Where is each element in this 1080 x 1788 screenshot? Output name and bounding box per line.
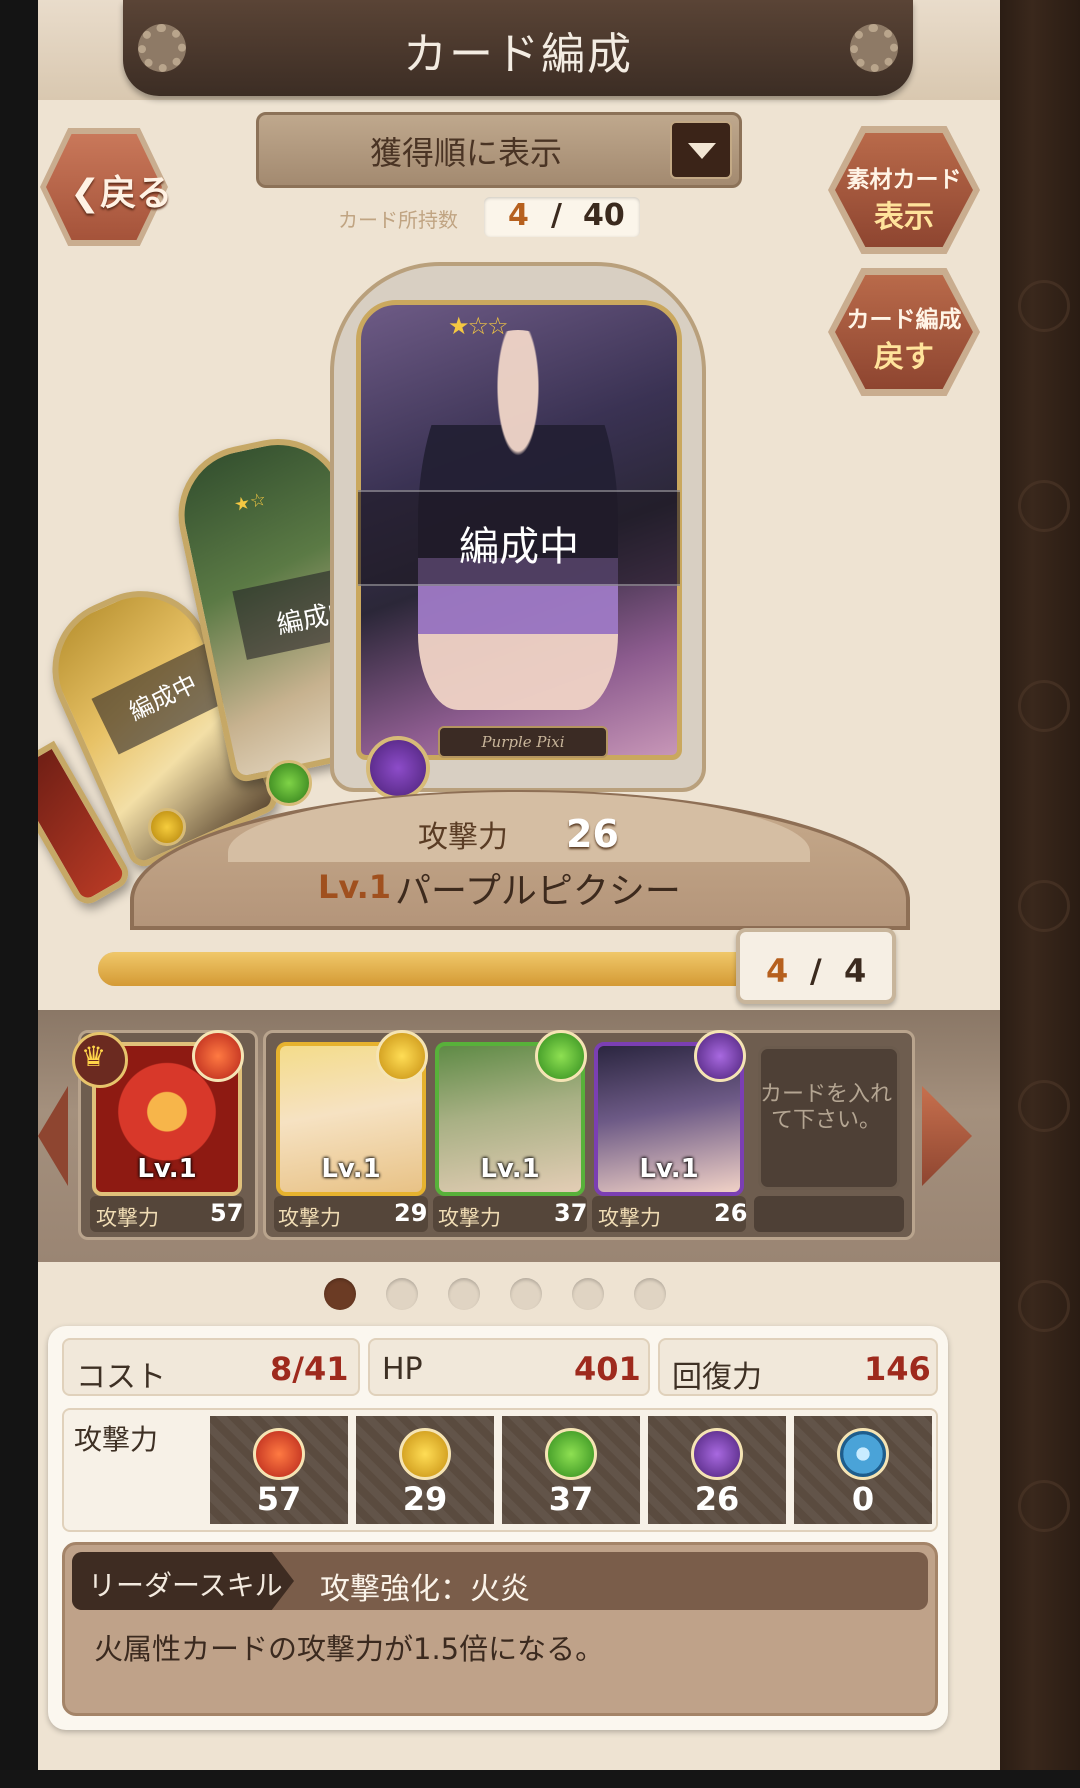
leader-skill-name: 攻撃強化：火炎 [320,1572,530,1607]
recovery-value: 146 [864,1350,931,1388]
element-attack-value: 0 [851,1480,875,1518]
deck-slot-atk-value: 29 [394,1199,428,1227]
attack-label: 攻撃力 [74,1423,159,1456]
wind-icon [545,1428,597,1480]
page-dot[interactable] [634,1278,666,1310]
leader-skill-description: 火属性カードの攻撃力が1.5倍になる。 [94,1632,605,1666]
deck-slot-level: Lv.1 [137,1154,197,1184]
left-edge [0,0,38,1788]
revert-formation-label: カード編成 [846,307,962,333]
revert-formation-action: 戻す [874,340,934,375]
page-dot[interactable] [448,1278,480,1310]
light-icon [399,1428,451,1480]
card-status-label: 編成中 [459,524,579,570]
owned-count-separator: / [551,198,562,233]
deck-slot-atk-value: 26 [714,1199,748,1227]
water-icon [837,1428,889,1480]
sort-dropdown-label: 獲得順に表示 [369,134,562,172]
card-info-arc-top [228,792,810,862]
page-dot[interactable] [572,1278,604,1310]
light-icon [148,808,186,846]
owned-count-current: 4 [508,198,529,233]
deck-slot-atk-label: 攻撃力 [438,1206,501,1230]
deck-slot-level: Lv.1 [321,1154,381,1184]
element-attack-value: 26 [694,1480,740,1518]
recovery-label: 回復力 [672,1360,762,1395]
dark-icon [691,1428,743,1480]
element-attack-value: 29 [402,1480,448,1518]
hp-value: 401 [574,1350,641,1388]
fire-icon [253,1428,305,1480]
deck-slot-atk-label: 攻撃力 [96,1206,159,1230]
leader-skill-tag-label: リーダースキル [88,1569,283,1602]
attack-value: 26 [566,812,619,856]
page-dot[interactable] [510,1278,542,1310]
owned-count-label: カード所持数 [338,208,458,232]
dark-icon [366,736,430,800]
page-dot[interactable] [324,1278,356,1310]
deck-slot-atk-bar [754,1196,904,1232]
deck-slot-atk-value: 57 [210,1199,244,1227]
right-ornament-panel [1000,0,1080,1788]
empty-slot-text: カードを入れて下さい。 [759,1082,892,1133]
back-button-label: ❮戻る [70,164,172,216]
chevron-down-icon[interactable] [670,121,732,179]
deck-count-separator: / [810,952,822,990]
element-attack-value: 37 [548,1480,594,1518]
game-screen: カード編成 獲得順に表示 カード所持数 4 / 40 ❮戻る 素材カード 表示 … [38,0,1000,1770]
deck-slot-atk-value: 37 [554,1199,588,1227]
rarity-stars: ★☆☆ [448,312,509,340]
bottom-edge [0,1770,1080,1788]
light-icon [376,1030,428,1082]
deck-progress-fill [98,952,818,986]
chevron-left-icon: ❮ [70,173,101,214]
owned-count-max: 40 [583,198,625,233]
material-card-label: 素材カード [846,167,962,193]
back-label-text: 戻る [100,173,173,214]
deck-slot-level: Lv.1 [639,1154,699,1184]
cost-label: コスト [76,1360,166,1395]
deck-count-current: 4 [766,952,789,990]
deck-slot-level: Lv.1 [480,1154,540,1184]
card-level: Lv.1 [318,868,392,906]
page-dot[interactable] [386,1278,418,1310]
deck-count-max: 4 [844,952,867,990]
cost-value: 8/41 [270,1350,349,1388]
wind-icon [266,760,312,806]
fire-icon [192,1030,244,1082]
page-title: カード編成 [403,29,633,80]
deck-slot-atk-label: 攻撃力 [598,1206,661,1230]
card-name: パープルピクシー [395,871,681,912]
crown-icon: ♛ [81,1040,107,1073]
attack-label: 攻撃力 [418,820,508,855]
element-attack-value: 57 [256,1480,302,1518]
card-name-plate: Purple Pixi [438,726,608,758]
hp-label: HP [382,1352,423,1387]
material-card-action: 表示 [874,200,934,235]
wind-icon [535,1030,587,1082]
dark-icon [694,1030,746,1082]
deck-slot-atk-label: 攻撃力 [278,1206,341,1230]
